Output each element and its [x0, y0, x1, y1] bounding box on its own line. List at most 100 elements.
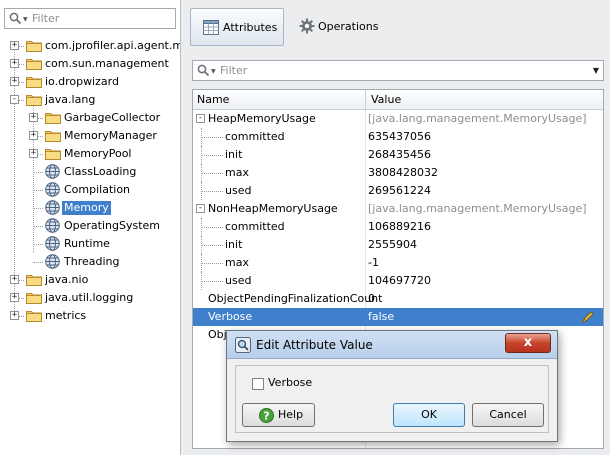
ok-button[interactable]: OK [393, 403, 465, 427]
tree-item-label: io.dropwizard [45, 75, 119, 88]
tree-item[interactable]: + com.jprofiler.api.agent.mbean [0, 37, 180, 55]
tree-guide-line [33, 244, 43, 245]
attribute-value: 635437056 [368, 130, 431, 143]
filter-dropdown-caret-icon: ▼ [211, 68, 216, 75]
dialog-title: Edit Attribute Value [256, 338, 373, 352]
tree-guide-line [201, 128, 202, 146]
tree-item[interactable]: + java.nio [0, 271, 180, 289]
column-header-value[interactable]: Value [371, 93, 401, 106]
folder-icon [45, 111, 61, 124]
attribute-row[interactable]: - NonHeapMemoryUsage [java.lang.management… [193, 200, 603, 218]
tree-item[interactable]: ClassLoading [0, 163, 180, 181]
expand-icon[interactable]: + [10, 77, 19, 86]
attribute-name: init [225, 238, 243, 251]
attribute-value: false [368, 310, 395, 323]
tree-item[interactable]: + MemoryPool [0, 145, 180, 163]
cancel-button[interactable]: Cancel [472, 403, 544, 427]
collapse-icon[interactable]: - [196, 114, 205, 123]
folder-icon [45, 129, 61, 142]
tree-item-label: MemoryManager [64, 129, 157, 142]
column-header-name[interactable]: Name [197, 93, 229, 106]
attribute-name: committed [225, 130, 285, 143]
attribute-row[interactable]: used 269561224 [193, 182, 603, 200]
verbose-checkbox-label[interactable]: Verbose [268, 376, 312, 389]
attribute-row[interactable]: committed 635437056 [193, 128, 603, 146]
tree-item[interactable]: + com.sun.management [0, 55, 180, 73]
tree-item-label: Compilation [64, 183, 131, 196]
attribute-row[interactable]: ObjectPendingFinalizationCount 0 [193, 290, 603, 308]
tree-guide-line [201, 218, 202, 236]
attribute-value: 2555904 [368, 238, 417, 251]
tree-item[interactable]: + GarbageCollector [0, 109, 180, 127]
attribute-row[interactable]: Verbose false [193, 308, 603, 326]
tree-item[interactable]: Compilation [0, 181, 180, 199]
attribute-row[interactable]: init 268435456 [193, 146, 603, 164]
folder-icon [26, 93, 42, 106]
tree-guide-line [33, 190, 43, 191]
close-icon: x [523, 335, 533, 350]
tab-attributes-label: Attributes [223, 21, 278, 34]
tree-item[interactable]: + java.util.logging [0, 289, 180, 307]
help-icon: ? [259, 408, 274, 423]
attribute-value: 104697720 [368, 274, 431, 287]
attribute-value: [java.lang.management.MemoryUsage] [368, 202, 587, 215]
edit-pencil-icon[interactable] [581, 310, 595, 324]
expand-icon[interactable]: + [10, 275, 19, 284]
tree-item-label: MemoryPool [64, 147, 132, 160]
verbose-checkbox[interactable] [252, 378, 264, 390]
expand-icon[interactable]: + [29, 113, 38, 122]
attribute-value: 3808428032 [368, 166, 438, 179]
expand-icon[interactable]: + [10, 311, 19, 320]
attribute-row[interactable]: committed 106889216 [193, 218, 603, 236]
attribute-row[interactable]: used 104697720 [193, 272, 603, 290]
attribute-value: -1 [368, 256, 379, 269]
tree-guide-line [201, 164, 202, 182]
tree-guide-line [201, 146, 202, 164]
expand-icon[interactable]: + [10, 59, 19, 68]
tree-guide-line [201, 182, 202, 200]
tab-operations-label: Operations [318, 20, 379, 33]
dialog-title-bar[interactable]: Edit Attribute Value x [227, 331, 557, 359]
help-button[interactable]: ? Help [242, 403, 315, 427]
search-icon [197, 64, 210, 77]
folder-icon [26, 39, 42, 52]
tab-attributes[interactable]: Attributes [190, 8, 284, 46]
close-button[interactable]: x [505, 333, 551, 353]
ok-button-label: OK [421, 408, 437, 421]
tree-item[interactable]: OperatingSystem [0, 217, 180, 235]
tree-guide-line [33, 226, 43, 227]
collapse-icon[interactable]: - [196, 204, 205, 213]
expand-icon[interactable]: + [29, 131, 38, 140]
attribute-row[interactable]: max -1 [193, 254, 603, 272]
tree-filter-placeholder: Filter [32, 12, 60, 25]
column-divider[interactable] [365, 90, 366, 110]
collapse-icon[interactable]: - [10, 95, 19, 104]
tree-item[interactable]: Memory [0, 199, 180, 217]
attribute-row[interactable]: - HeapMemoryUsage [java.lang.management.Me… [193, 110, 603, 128]
tree-item[interactable]: + io.dropwizard [0, 73, 180, 91]
tree-guide-line [201, 137, 223, 138]
tree-item-label: java.nio [45, 273, 89, 286]
expand-icon[interactable]: + [10, 293, 19, 302]
tree-guide-line [201, 245, 223, 246]
tree-filter-input[interactable]: ▼ Filter [4, 8, 176, 29]
attribute-filter-input[interactable]: ▼ Filter ▼ [192, 60, 604, 81]
attribute-row[interactable]: init 2555904 [193, 236, 603, 254]
tree-item[interactable]: Runtime [0, 235, 180, 253]
attribute-row[interactable]: max 3808428032 [193, 164, 603, 182]
tree-item[interactable]: Threading [0, 253, 180, 271]
attribute-name: used [225, 274, 252, 287]
expand-icon[interactable]: + [29, 149, 38, 158]
tab-operations[interactable]: Operations [296, 8, 396, 46]
tree-item[interactable]: + MemoryManager [0, 127, 180, 145]
tree-item[interactable]: + metrics [0, 307, 180, 325]
filter-history-dropdown-icon[interactable]: ▼ [593, 66, 599, 75]
attribute-name: init [225, 148, 243, 161]
mbean-tree-panel: ▼ Filter +com.jprofiler.api.agent.mbean+… [0, 0, 181, 455]
attribute-name: committed [225, 220, 285, 233]
tree-guide-line [201, 155, 223, 156]
expand-icon[interactable]: + [10, 41, 19, 50]
search-icon [9, 12, 22, 25]
folder-icon [26, 273, 42, 286]
tree-item[interactable]: - java.lang [0, 91, 180, 109]
